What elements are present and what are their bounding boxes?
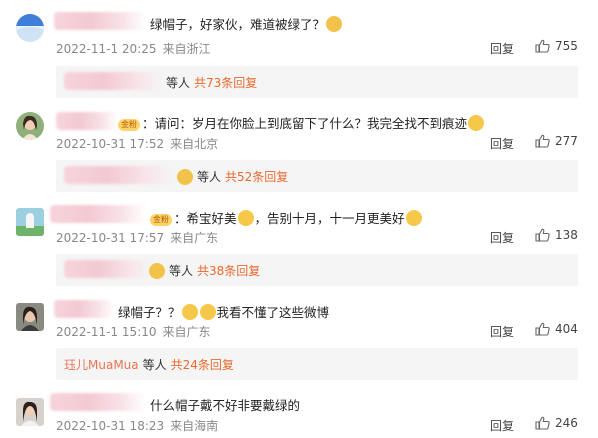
crying-emoji-icon [468,115,485,131]
comment-meta: 2022-11-1 15:10 来自广东 [56,323,211,340]
timestamp: 2022-11-1 15:10 [56,325,157,339]
location: 来自海南 [170,419,219,433]
username-redacted[interactable] [54,300,114,318]
like-count: 138 [555,228,578,242]
reply-button[interactable]: 回复 [490,323,514,340]
reply-button[interactable]: 回复 [490,135,514,152]
reply-button[interactable]: 回复 [490,229,514,246]
timestamp: 2022-10-31 18:23 [56,419,165,433]
fan-badge: 金粉 [118,119,140,131]
fan-badge: 金粉 [150,214,172,226]
replies-summary[interactable]: 等人 共73条回复 [56,66,578,98]
username-redacted[interactable] [50,393,146,411]
avatar[interactable] [16,112,44,140]
avatar[interactable] [16,398,44,426]
comment-text: 金粉 ：请问：岁月在你脸上到底留下了什么？我完全找不到痕迹 [118,113,485,132]
username-redacted[interactable] [64,260,150,278]
comment-meta: 2022-11-1 20:25 来自浙江 [56,40,211,57]
replies-summary[interactable]: 等人 共38条回复 [56,254,578,286]
thumbs-up-icon [535,228,550,242]
like-button[interactable]: 404 [535,322,578,336]
location: 来自北京 [170,137,219,151]
like-count: 755 [555,39,578,53]
reply-count-link[interactable]: 共24条回复 [171,356,234,373]
thumbs-up-icon [535,322,550,336]
like-count: 246 [555,416,578,430]
like-button[interactable]: 138 [535,228,578,242]
avatar[interactable] [16,303,44,331]
avatar[interactable] [16,208,44,236]
timestamp: 2022-10-31 17:52 [56,137,165,151]
heart-eyes-emoji-icon [237,210,254,226]
thumbs-up-icon [535,416,550,430]
reply-count-link[interactable]: 共38条回复 [197,262,260,279]
replies-summary[interactable]: 珏儿MuaMua 等人 共24条回复 [56,348,578,380]
reply-button[interactable]: 回复 [490,40,514,57]
comment-meta: 2022-10-31 17:52 来自北京 [56,135,218,152]
comment-text: 绿帽子？？ 我看不懂了这些微博 [118,304,330,320]
username-redacted[interactable] [54,12,146,30]
like-button[interactable]: 246 [535,416,578,430]
location: 来自广东 [162,325,211,339]
crying-emoji-icon [181,304,198,320]
avatar[interactable] [16,14,44,42]
excited-emoji-icon [405,210,422,226]
comment-text: 什么帽子戴不好非要戴绿的 [150,398,301,413]
replies-summary[interactable]: 等人 共52条回复 [56,160,578,192]
thumbs-up-icon [535,39,550,53]
location: 来自广东 [170,231,219,245]
reply-button[interactable]: 回复 [490,417,514,434]
like-count: 404 [555,322,578,336]
reply-username[interactable]: 珏儿MuaMua [64,356,139,373]
reply-count-link[interactable]: 共52条回复 [225,168,288,185]
crying-emoji-icon [199,304,216,320]
location: 来自浙江 [162,42,211,56]
reply-count-link[interactable]: 共73条回复 [194,74,257,91]
username-redacted[interactable] [64,166,172,184]
thumbs-up-icon [535,134,550,148]
comment-meta: 2022-10-31 17:57 来自广东 [56,229,218,246]
comment-meta: 2022-10-31 18:23 来自海南 [56,417,218,434]
username-redacted[interactable] [56,112,118,130]
timestamp: 2022-10-31 17:57 [56,231,165,245]
comment-text: 金粉 ：希宝好美 ，告别十月，十一月更美好 [150,208,423,227]
like-button[interactable]: 755 [535,39,578,53]
timestamp: 2022-11-1 20:25 [56,42,157,56]
emoji-icon [177,168,193,185]
like-count: 277 [555,134,578,148]
comment-text: 绿帽子，好家伙，难道被绿了？ [150,14,343,33]
like-button[interactable]: 277 [535,134,578,148]
username-redacted[interactable] [64,72,162,90]
username-redacted[interactable] [50,205,146,223]
dog-emoji-icon [326,16,343,32]
emoji-icon [149,262,165,279]
